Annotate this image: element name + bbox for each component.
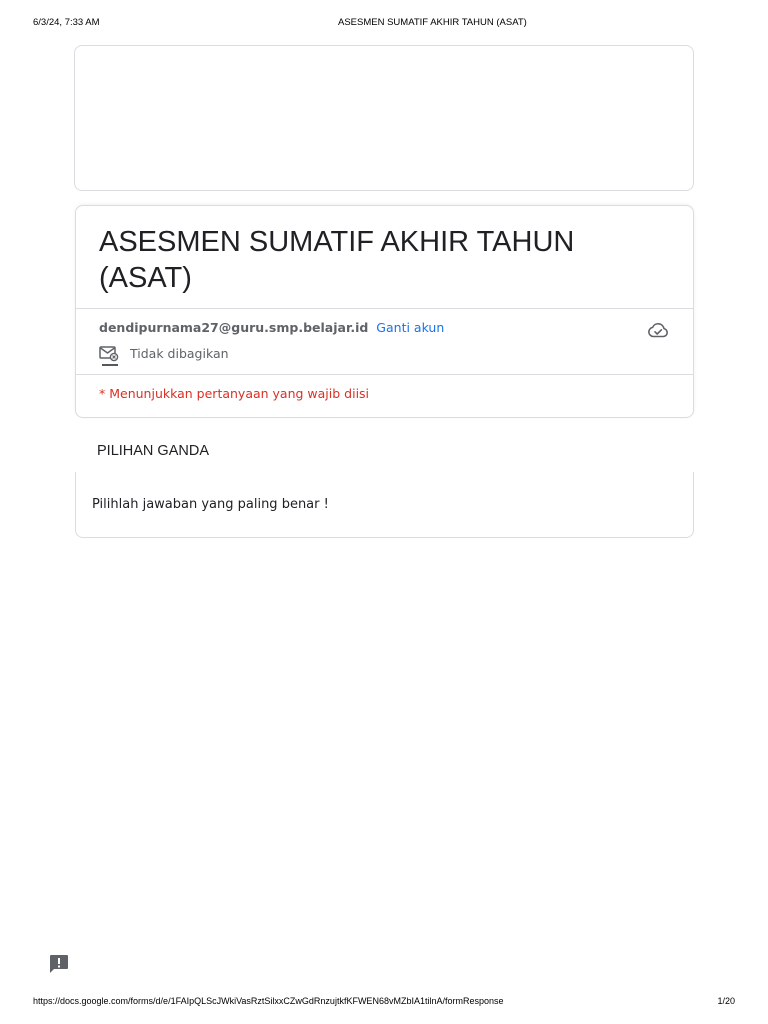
account-email: dendipurnama27@guru.smp.belajar.id [99,320,369,335]
print-footer: https://docs.google.com/forms/d/e/1FAIpQ… [33,996,735,1008]
feedback-icon[interactable] [49,954,69,974]
form-title-card: ASESMEN SUMATIF AKHIR TAHUN (ASAT) dendi… [75,205,694,418]
cloud-check-icon [648,322,668,338]
switch-account-link[interactable]: Ganti akun [376,320,444,335]
required-note: * Menunjukkan pertanyaan yang wajib diis… [99,386,370,401]
mail-not-shared-icon [99,346,119,366]
section-title: PILIHAN GANDA [97,443,209,459]
print-datetime: 6/3/24, 7:33 AM [33,17,100,28]
divider [76,308,693,309]
page-number: 1/20 [717,996,735,1006]
form-header-banner [74,45,694,191]
print-header: 6/3/24, 7:33 AM ASESMEN SUMATIF AKHIR TA… [33,17,735,29]
section-description-card: Pilihlah jawaban yang paling benar ! [75,472,694,538]
divider [76,374,693,375]
form-title: ASESMEN SUMATIF AKHIR TAHUN (ASAT) [99,226,575,294]
print-page-title: ASESMEN SUMATIF AKHIR TAHUN (ASAT) [338,17,527,28]
share-status-text: Tidak dibagikan [130,346,229,361]
share-status-row: Tidak dibagikan [99,345,229,367]
page-url: https://docs.google.com/forms/d/e/1FAIpQ… [33,996,504,1006]
section-description: Pilihlah jawaban yang paling benar ! [92,497,329,512]
account-row: dendipurnama27@guru.smp.belajar.id Ganti… [99,320,444,335]
